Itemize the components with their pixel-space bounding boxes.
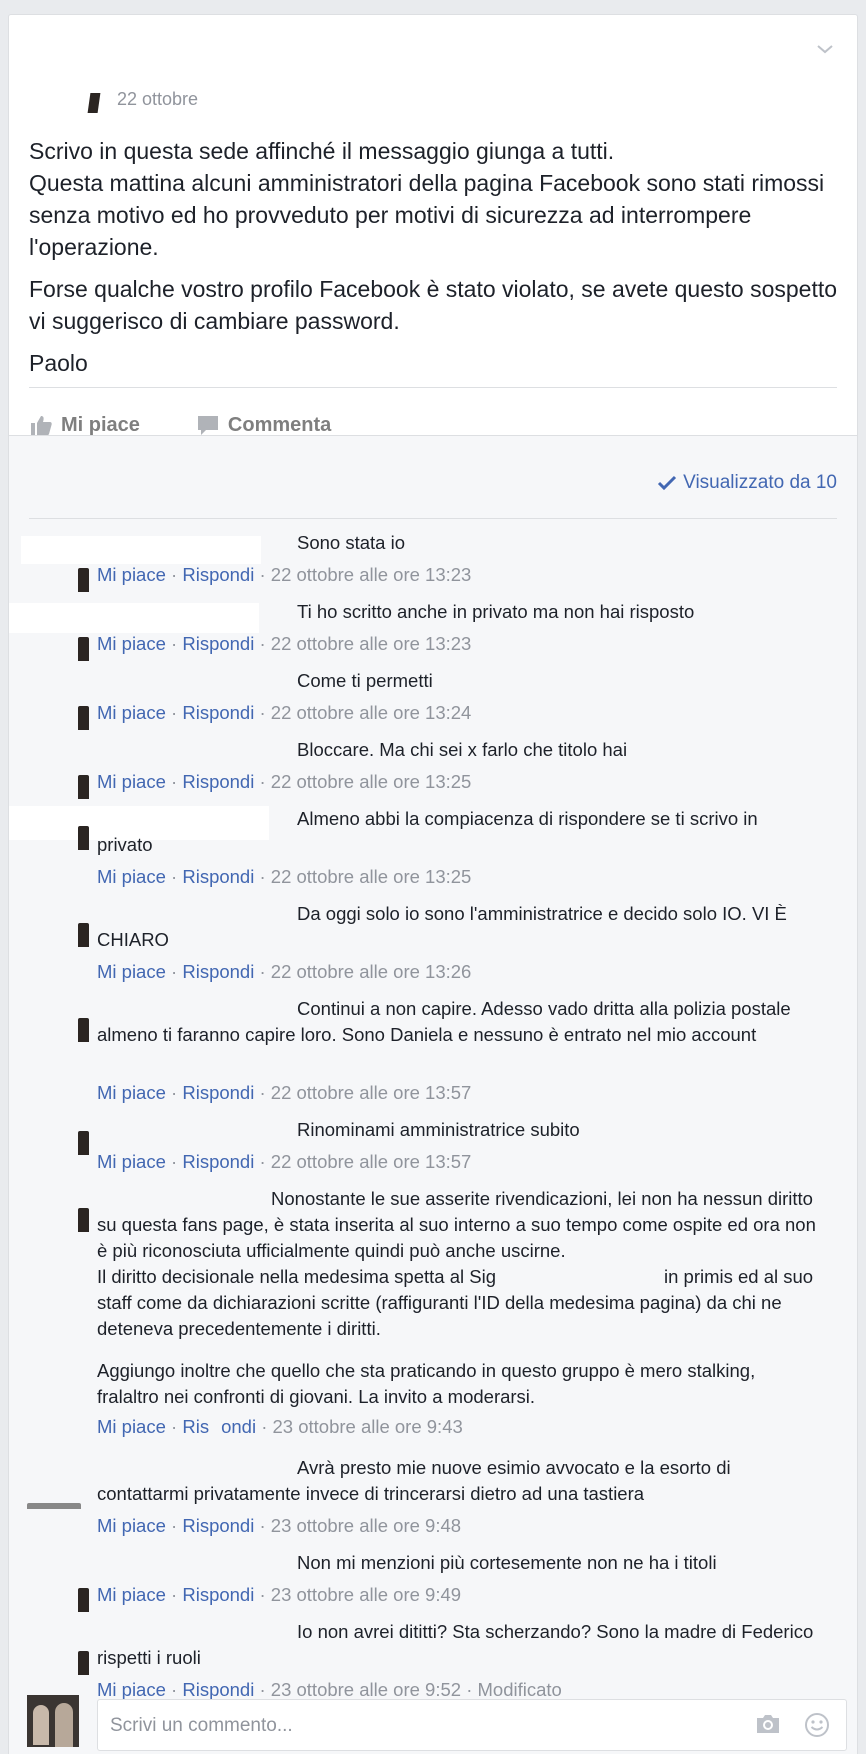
commenter-avatar[interactable] [69,1588,89,1614]
comment-time[interactable]: · 22 ottobre alle ore 13:57 [259,1082,471,1103]
comment-meta: Mi piace · Rispondi · 23 ottobre alle or… [97,1679,562,1700]
comment-meta: Mi piace · Rispondi · 22 ottobre alle or… [97,771,472,792]
commenter-avatar[interactable] [69,775,89,801]
post-date[interactable]: 22 ottobre [117,89,198,110]
comment-meta: Mi piace · Rispondi · 22 ottobre alle or… [97,961,472,982]
chevron-down-icon[interactable] [813,37,837,61]
comment-like-link[interactable]: Mi piace [97,1151,166,1172]
comment-time[interactable]: · 22 ottobre alle ore 13:25 [259,866,471,887]
comment-time[interactable]: · 22 ottobre alle ore 13:57 [259,1151,471,1172]
comment-meta: Mi piace · Rispondi · 23 ottobre alle or… [97,1515,462,1536]
comment-like-link[interactable]: Mi piace [97,633,166,654]
comment-icon [197,416,218,435]
comment-reply-link[interactable]: Ris ondi [182,1416,256,1437]
comment-reply-link[interactable]: Rispondi [182,961,254,982]
my-avatar[interactable] [27,1695,79,1747]
comment-text: Non mi menzioni più cortesemente non ne … [297,1552,717,1573]
commenter-avatar[interactable] [69,568,89,594]
author-avatar[interactable] [79,91,101,113]
comment-reply-link[interactable]: Rispondi [182,866,254,887]
comment-text: Da oggi solo io sono l'amministratrice e… [97,903,787,950]
comment-reply-link[interactable]: Rispondi [182,771,254,792]
post-card: 22 ottobre Scrivo in questa sede affinch… [8,14,858,1754]
comment-composer [97,1699,847,1751]
commenter-avatar[interactable] [27,1483,81,1509]
comment-meta: Mi piace · Rispondi · 22 ottobre alle or… [97,702,472,723]
comment-text: Sono stata io [297,532,405,553]
comment-time[interactable]: · 23 ottobre alle ore 9:52 · Modificato [259,1679,561,1700]
comment-text: Il diritto decisionale nella medesima sp… [97,1266,814,1339]
seen-by-label: Visualizzato da 10 [683,472,837,493]
comment-reply-link[interactable]: Rispondi [182,702,254,723]
comment-like-link[interactable]: Mi piace [97,1584,166,1605]
comment-like-link[interactable]: Mi piace [97,564,166,585]
comment-meta: Mi piace · Rispondi · 22 ottobre alle or… [97,1151,472,1172]
commenter-avatar[interactable] [69,923,89,949]
comment-time[interactable]: · 22 ottobre alle ore 13:26 [259,961,471,982]
comment-like-link[interactable]: Mi piace [97,1416,166,1437]
seen-by[interactable]: Visualizzato da 10 [657,472,837,494]
post-paragraph: Forse qualche vostro profilo Facebook è … [29,276,838,334]
comment-meta: Mi piace · Rispondi · 23 ottobre alle or… [97,1584,462,1605]
comment-time[interactable]: · 22 ottobre alle ore 13:24 [259,702,471,723]
comment-like-link[interactable]: Mi piace [97,1679,166,1700]
comments-section: Visualizzato da 10 Sono stata io Mi piac… [9,435,857,1754]
like-label: Mi piace [61,413,140,436]
comment-reply-link[interactable]: Rispondi [182,1151,254,1172]
commenter-avatar[interactable] [69,1208,89,1234]
commenter-avatar[interactable] [69,1651,89,1677]
comment-meta: Mi piace · Rispondi · 22 ottobre alle or… [97,564,472,585]
comment-input[interactable] [108,1710,712,1742]
post-paragraph: Scrivo in questa sede affinché il messag… [29,138,825,260]
commenter-avatar[interactable] [69,1131,89,1157]
comment-text: Come ti permetti [297,670,433,691]
comment-like-link[interactable]: Mi piace [97,702,166,723]
commenter-avatar[interactable] [69,706,89,732]
camera-icon[interactable] [754,1712,782,1736]
comment-text: Almeno abbi la compiacenza di rispondere… [97,808,758,855]
post-body: Scrivo in questa sede affinché il messag… [29,135,839,389]
comment-time[interactable]: · 23 ottobre alle ore 9:43 [261,1416,463,1437]
comment-text: Ti ho scritto anche in privato ma non ha… [297,601,695,622]
post-signature: Paolo [29,350,88,376]
comment-reply-link[interactable]: Rispondi [182,1082,254,1103]
comment-like-link[interactable]: Mi piace [97,961,166,982]
comment-like-link[interactable]: Mi piace [97,1515,166,1536]
comment-reply-link[interactable]: Rispondi [182,564,254,585]
commenter-avatar[interactable] [69,826,89,852]
divider [29,387,837,388]
comment-button[interactable]: Commenta [196,414,331,437]
comment-like-link[interactable]: Mi piace [97,1082,166,1103]
comment-text: Bloccare. Ma chi sei x farlo che titolo … [297,739,628,760]
comment-time[interactable]: · 22 ottobre alle ore 13:23 [259,564,471,585]
comment-time[interactable]: · 22 ottobre alle ore 13:25 [259,771,471,792]
comment-reply-link[interactable]: Rispondi [182,1584,254,1605]
emoji-icon[interactable] [804,1712,830,1738]
comment-meta: Mi piace · Rispondi · 22 ottobre alle or… [97,633,472,654]
comment-meta: Mi piace · Rispondi · 22 ottobre alle or… [97,866,472,887]
comment-time[interactable]: · 22 ottobre alle ore 13:23 [259,633,471,654]
comment-like-link[interactable]: Mi piace [97,771,166,792]
comment-text: Continui a non capire. Adesso vado dritt… [97,998,791,1045]
comment-like-link[interactable]: Mi piace [97,866,166,887]
thumbs-up-icon [31,416,52,435]
comment-reply-link[interactable]: Rispondi [182,633,254,654]
check-icon [658,475,677,491]
comment-reply-link[interactable]: Rispondi [182,1679,254,1700]
comment-label: Commenta [227,413,332,436]
comment-text: Nonostante le sue asserite rivendicazion… [97,1188,816,1261]
comment-text: Rinominami amministratrice subito [297,1119,580,1140]
divider [29,518,837,519]
comment-text: Avrà presto mie nuove esimio avvocato e … [97,1457,731,1504]
comment-time[interactable]: · 23 ottobre alle ore 9:48 [259,1515,461,1536]
comment-meta: Mi piace · Ris ondi · 23 ottobre alle ore… [97,1416,463,1437]
comment-time[interactable]: · 23 ottobre alle ore 9:49 [259,1584,461,1605]
comment-reply-link[interactable]: Rispondi [182,1515,254,1536]
comment-text: Aggiungo inoltre che quello che sta prat… [97,1360,756,1407]
commenter-avatar[interactable] [69,1018,89,1044]
comment-text: Io non avrei dititti? Sta scherzando? So… [97,1621,814,1668]
like-button[interactable]: Mi piace [29,414,140,437]
commenter-avatar[interactable] [69,637,89,663]
comment-meta: Mi piace · Rispondi · 22 ottobre alle or… [97,1082,472,1103]
